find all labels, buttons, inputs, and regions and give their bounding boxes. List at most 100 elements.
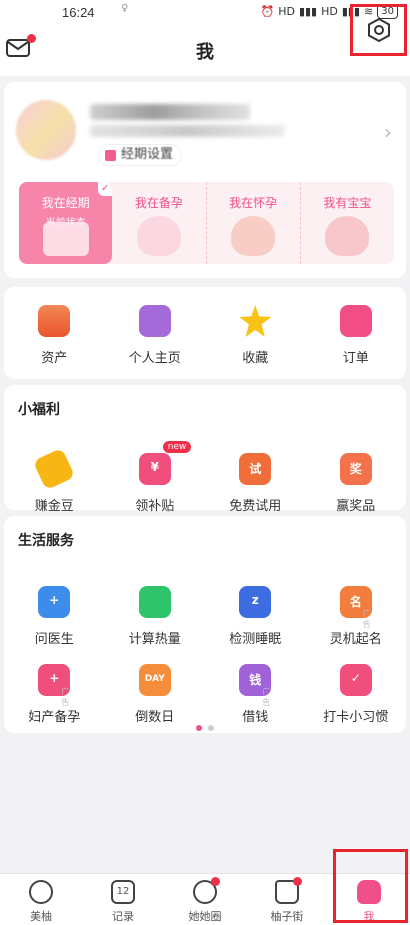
tab-community[interactable]: 她她圈 <box>164 874 246 925</box>
loan-item[interactable]: 钱 广告 借钱 <box>205 646 306 725</box>
naming-icon: 名 广告 <box>339 586 372 629</box>
prize-icon: 奖 <box>339 453 372 485</box>
services-row: + 问医生 计算热量 z 检测睡眠 名 广告 灵机起名 <box>4 568 406 647</box>
test-strip-illustration-icon <box>136 216 181 256</box>
status-indicator: ♀ <box>121 3 129 14</box>
avatar[interactable] <box>16 100 76 160</box>
ad-label: 广告 <box>61 687 70 707</box>
stage-label: 我在怀孕 <box>229 196 278 210</box>
checkin-habit-item[interactable]: ✓ 打卡小习惯 <box>306 646 407 725</box>
tab-label: 柚子街 <box>270 910 304 923</box>
period-settings-label: 经期设置 <box>121 147 174 162</box>
pregnancy-prep-item[interactable]: + 广告 妇产备孕 <box>4 646 105 725</box>
free-trial-item[interactable]: 试 免费试用 <box>205 435 306 514</box>
profile-home-label: 个人主页 <box>128 351 181 366</box>
ad-label: 广告 <box>362 609 371 629</box>
profile-home-item[interactable]: 个人主页 <box>105 287 206 379</box>
calorie-label: 计算热量 <box>128 632 181 647</box>
wallet-icon <box>38 305 71 337</box>
stage-label: 我在备孕 <box>134 196 183 210</box>
me-icon <box>357 880 381 904</box>
tab-label: 我 <box>363 910 375 923</box>
trial-bag-icon: 试 <box>239 453 272 485</box>
settings-icon <box>367 17 390 43</box>
assets-label: 资产 <box>41 351 68 366</box>
user-subtitle-redacted <box>90 125 285 137</box>
earn-beans-item[interactable]: 赚金豆 <box>4 435 105 514</box>
stage-prepare[interactable]: 我在备孕 <box>112 182 207 264</box>
win-prize-item[interactable]: 奖 赢奖品 <box>306 435 407 514</box>
tab-meiyou[interactable]: 美柚 <box>0 874 82 925</box>
stage-baby[interactable]: 我有宝宝 <box>301 182 394 264</box>
tab-label: 美柚 <box>30 910 52 923</box>
stage-pregnant[interactable]: 我在怀孕 <box>207 182 301 264</box>
checkin-habit-icon: ✓ <box>339 664 372 696</box>
status-time: 16:24 <box>62 5 95 20</box>
signal-icon: ▮▮▮ <box>298 5 318 18</box>
welfare-title: 小福利 <box>18 402 60 418</box>
ad-label: 广告 <box>262 687 271 707</box>
shop-bag-icon <box>275 877 302 904</box>
stage-label: 我在经期 <box>41 196 90 210</box>
naming-label: 灵机起名 <box>329 632 382 647</box>
countdown-item[interactable]: DAY 倒数日 <box>105 646 206 725</box>
welfare-card: 小福利 赚金豆 ¥ new 领补贴 试 免费试用 奖 赢奖品 <box>4 385 406 514</box>
welfare-row: 赚金豆 ¥ new 领补贴 试 免费试用 奖 赢奖品 <box>4 435 406 514</box>
countdown-day-icon: DAY <box>138 664 171 696</box>
star-icon <box>239 305 272 337</box>
profile-card[interactable]: 经期设置 › 我在经期 当前状态 ✓ 我在备孕 我在怀孕 我有宝宝 <box>4 82 406 278</box>
stage-period[interactable]: 我在经期 当前状态 ✓ <box>19 182 113 264</box>
person-icon <box>138 305 171 337</box>
calorie-calculator-icon <box>138 586 171 618</box>
stage-selector: 我在经期 当前状态 ✓ 我在备孕 我在怀孕 我有宝宝 <box>19 182 394 264</box>
assets-item[interactable]: 资产 <box>4 287 105 379</box>
gold-bean-icon <box>32 447 76 491</box>
sleep-glyph: z <box>251 593 259 607</box>
services-row: + 广告 妇产备孕 DAY 倒数日 钱 广告 借钱 ✓ 打卡小习惯 <box>4 646 406 725</box>
earn-beans-label: 赚金豆 <box>34 499 74 514</box>
alarm-icon: ⏰ <box>260 5 275 18</box>
life-services-card: 生活服务 + 问医生 计算热量 z 检测睡眠 名 广告 灵机起名 + 广告 妇产… <box>4 516 406 733</box>
header: 我 <box>0 26 410 76</box>
period-settings-chip[interactable]: 经期设置 <box>98 144 183 166</box>
stage-label: 我有宝宝 <box>323 196 372 210</box>
page-dot <box>208 725 214 731</box>
tab-label: 她她圈 <box>188 910 222 923</box>
status-bar: 16:24 ♀ ⏰ HD ▮▮▮ HD ▮▮▮ ≋ 30 <box>0 0 410 26</box>
calorie-item[interactable]: 计算热量 <box>105 568 206 647</box>
page-title: 我 <box>196 42 214 63</box>
signal-hd-label: HD <box>278 5 295 18</box>
favorites-item[interactable]: 收藏 <box>205 287 306 379</box>
trial-glyph: 试 <box>249 462 262 476</box>
settings-button[interactable] <box>350 4 407 56</box>
ask-doctor-item[interactable]: + 问医生 <box>4 568 105 647</box>
calendar-12-icon: 12 <box>111 880 135 904</box>
doctor-glyph: + <box>49 593 60 607</box>
subsidy-item[interactable]: ¥ new 领补贴 <box>105 435 206 514</box>
pregnancy-prep-icon: + 广告 <box>38 664 71 707</box>
page-indicator <box>4 716 406 735</box>
sleep-label: 检测睡眠 <box>229 632 282 647</box>
order-icon <box>339 305 372 337</box>
sleep-moon-icon: z <box>239 586 272 618</box>
calendar-illustration-icon <box>42 222 89 256</box>
pregnant-woman-illustration-icon <box>231 216 276 256</box>
tab-label: 记录 <box>112 910 134 923</box>
tab-record[interactable]: 12 记录 <box>82 874 164 925</box>
meiyou-icon <box>29 880 53 904</box>
orders-item[interactable]: 订单 <box>306 287 407 379</box>
chevron-right-icon[interactable]: › <box>384 120 392 144</box>
sleep-item[interactable]: z 检测睡眠 <box>205 568 306 647</box>
doctor-chat-icon: + <box>38 586 71 618</box>
tab-me[interactable]: 我 <box>328 874 410 925</box>
naming-item[interactable]: 名 广告 灵机起名 <box>306 568 407 647</box>
favorites-label: 收藏 <box>242 351 269 366</box>
shop-badge <box>293 877 302 886</box>
checkin-glyph: ✓ <box>350 671 361 685</box>
tab-shop[interactable]: 柚子街 <box>246 874 328 925</box>
subsidy-icon: ¥ new <box>138 441 192 485</box>
ask-doctor-label: 问医生 <box>34 632 74 647</box>
orders-label: 订单 <box>342 351 369 366</box>
services-title: 生活服务 <box>18 533 74 549</box>
page-dot-active <box>196 725 202 731</box>
